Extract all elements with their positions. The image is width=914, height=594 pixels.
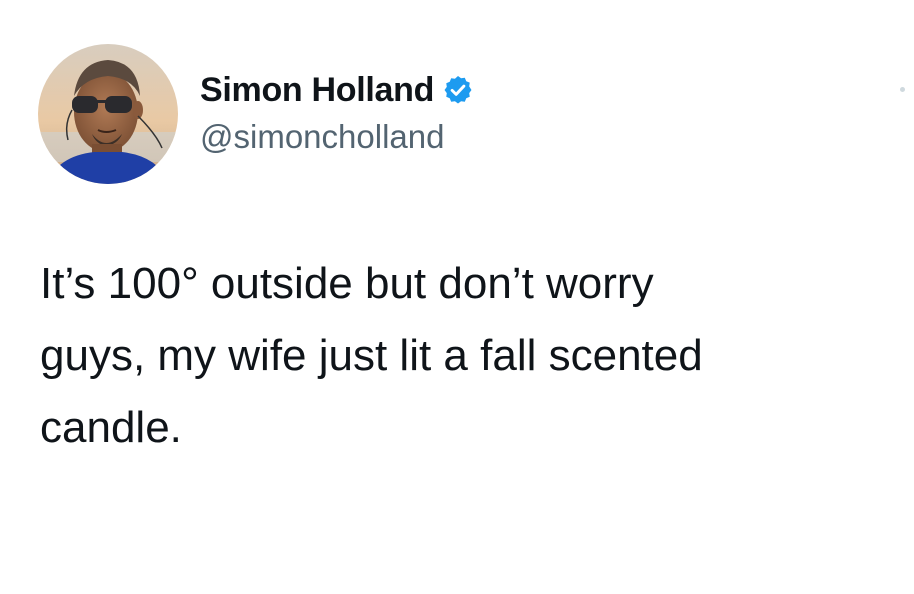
verified-badge-icon bbox=[442, 74, 474, 106]
tweet-card: Simon Holland @simoncholland It’s 100° o… bbox=[0, 0, 914, 594]
author-name[interactable]: Simon Holland bbox=[200, 71, 434, 110]
author-avatar[interactable] bbox=[38, 44, 178, 184]
avatar-photo-image bbox=[38, 44, 178, 184]
tweet-text: It’s 100° outside but don’t worry guys, … bbox=[40, 259, 703, 452]
more-options-icon[interactable] bbox=[900, 87, 905, 92]
author-name-row: Simon Holland bbox=[200, 68, 474, 112]
author-handle[interactable]: @simoncholland bbox=[200, 118, 444, 156]
